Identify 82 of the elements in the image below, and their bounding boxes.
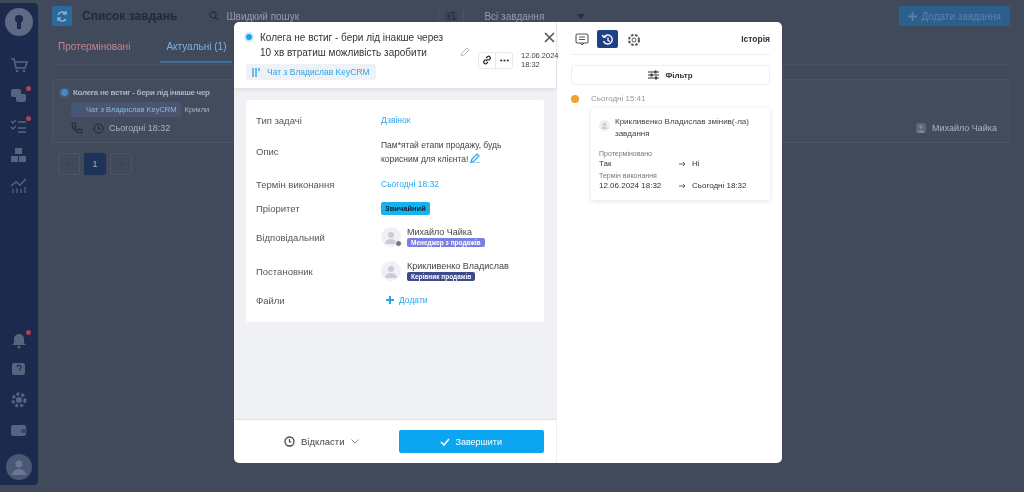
- plus-icon: [908, 11, 918, 21]
- settings-nav-button[interactable]: [9, 390, 29, 410]
- checkmark-icon: [440, 437, 451, 446]
- next-page-button[interactable]: [110, 153, 132, 175]
- channel-icon: [252, 67, 261, 77]
- field-value: Пам*ятай етапи продажу, будь корисним для клієнта!: [381, 139, 503, 166]
- clock-icon: [93, 122, 104, 134]
- phone-icon: [71, 122, 83, 134]
- search-icon: [209, 11, 220, 21]
- refresh-icon: [56, 10, 68, 22]
- chart-nav-button[interactable]: [9, 176, 29, 196]
- new-value: Сьогодні 18:32: [692, 181, 747, 190]
- arrow-right-icon: [679, 182, 686, 189]
- notification-dot: [26, 330, 31, 335]
- page-button[interactable]: 1: [84, 153, 106, 175]
- field-label: Постановник: [256, 265, 314, 277]
- bell-icon: [10, 331, 28, 349]
- filter-button[interactable]: Фільтр: [571, 65, 770, 85]
- dropdown-value: Всі завдання: [484, 10, 545, 22]
- task-title: Колега не встиг - бери лід інакше чер: [73, 88, 210, 97]
- clock-icon: [284, 436, 295, 447]
- close-icon[interactable]: [543, 32, 555, 43]
- field-label: Пріоритет: [256, 202, 301, 214]
- task-filter-dropdown[interactable]: Всі завдання: [474, 6, 590, 26]
- cart-icon: [10, 57, 28, 75]
- chat-icon: [10, 87, 28, 105]
- radio-button[interactable]: [61, 89, 68, 96]
- more-icon: [499, 58, 509, 62]
- complete-button[interactable]: Завершити: [398, 430, 544, 453]
- add-file-link[interactable]: Додати: [386, 295, 428, 305]
- status-radio[interactable]: [246, 34, 252, 40]
- history-tab[interactable]: [597, 30, 618, 48]
- checklist-nav-button[interactable]: [9, 116, 29, 136]
- boxes-icon: [10, 147, 28, 165]
- notification-dot: [26, 86, 31, 91]
- history-icon: [600, 32, 615, 46]
- keyhole-icon: [13, 14, 25, 30]
- avatar-icon: [916, 123, 926, 133]
- field-label: Термін виконання: [256, 178, 336, 190]
- sliders-icon: [445, 11, 458, 21]
- comments-icon: [574, 32, 589, 46]
- field-label: Відповідальний: [256, 231, 326, 243]
- settings-icon: [10, 391, 28, 409]
- plus-icon: [386, 296, 394, 304]
- tab[interactable]: Актуальні (1): [160, 41, 233, 63]
- settings-icon: [626, 32, 641, 46]
- postpone-button[interactable]: Відкласти: [284, 436, 359, 447]
- chat-tag[interactable]: Чат з Владислав KeyCRM: [246, 64, 376, 80]
- due-time: Сьогодні 18:32: [109, 123, 171, 133]
- field-label: Файли: [256, 294, 286, 306]
- status-dot: [395, 240, 402, 247]
- avatar-icon: [599, 120, 610, 131]
- panel-title: Історія: [741, 34, 770, 44]
- chart-icon: [10, 177, 28, 195]
- chevron-down-icon: [350, 439, 359, 444]
- entry-time: Сьогодні 15:41: [591, 94, 646, 103]
- person-icon: [11, 459, 27, 475]
- search-field[interactable]: Швидкий пошук: [224, 9, 419, 23]
- link-icon: [482, 55, 492, 65]
- field-label: Опис: [256, 145, 280, 159]
- previous-page-button[interactable]: [58, 153, 80, 175]
- tab[interactable]: Протерміновані: [52, 41, 137, 63]
- old-value: 12.06.2024 18:32: [599, 181, 663, 190]
- old-value: Так: [599, 159, 613, 168]
- assignee-name: Михайло Чайка: [932, 123, 997, 133]
- pencil-icon[interactable]: [470, 153, 481, 163]
- person-name: Крикливенко Владислав: [407, 261, 509, 271]
- field-link[interactable]: Дзвінок: [381, 115, 411, 125]
- notification-dot: [26, 116, 31, 121]
- refresh-button[interactable]: [52, 6, 72, 26]
- entry-text: Крикливенко Владислав змінив(-ла) завдання: [615, 116, 750, 140]
- caret-icon: [577, 13, 586, 19]
- user-avatar[interactable]: [6, 454, 32, 480]
- sliders-icon: [648, 70, 660, 80]
- field-link[interactable]: Сьогодні 18:32: [381, 179, 439, 189]
- pencil-icon[interactable]: [460, 47, 470, 57]
- arrow-right-icon: [679, 160, 686, 167]
- task-title: Колега не встиг - бери лід інакше через 10 хв втратиш можливість заробити: [260, 31, 445, 60]
- checklist-icon: [10, 117, 28, 135]
- person-name: Михайло Чайка: [407, 227, 472, 237]
- new-value: Ні: [692, 159, 700, 168]
- field-label: Тип задачі: [256, 114, 303, 126]
